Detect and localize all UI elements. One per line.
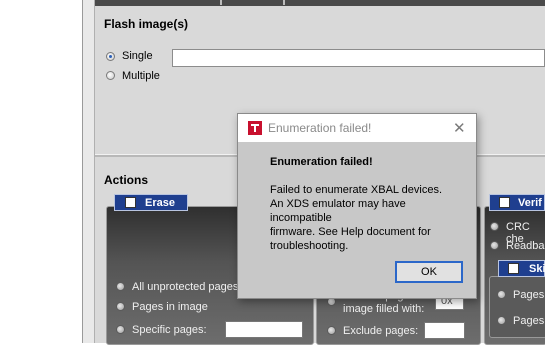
tab-separator (220, 0, 222, 5)
enumeration-failed-dialog: Enumeration failed! ✕ Enumeration failed… (237, 113, 477, 299)
readback-radio[interactable] (490, 241, 499, 250)
skip-pages-label-2: Pages (513, 315, 545, 327)
tab-separator (283, 0, 285, 5)
exclude-pages-radio[interactable] (327, 326, 336, 335)
crc-check-radio[interactable] (490, 222, 499, 231)
verify-button[interactable]: Verif (489, 194, 545, 211)
erase-specific-pages-label: Specific pages: (132, 324, 207, 336)
erase-all-unprotected-label: All unprotected pages (132, 281, 239, 293)
erase-all-unprotected-radio[interactable] (116, 282, 125, 291)
skip-button-label: Ski (529, 263, 545, 275)
splitter-handle[interactable] (83, 0, 95, 343)
erase-checkbox[interactable] (125, 197, 136, 208)
erase-pages-in-image-radio[interactable] (116, 302, 125, 311)
multiple-radio[interactable] (106, 71, 115, 80)
dialog-message: Failed to enumerate XBAL devices. An XDS… (270, 184, 443, 252)
skip-button[interactable]: Ski (498, 260, 545, 277)
skip-pages-radio-2[interactable] (497, 316, 506, 325)
single-label: Single (122, 50, 153, 62)
verify-checkbox[interactable] (499, 197, 510, 208)
exclude-pages-label: Exclude pages: (343, 325, 419, 337)
skip-checkbox[interactable] (508, 263, 519, 274)
readback-label: Readbac (506, 240, 545, 252)
ok-button[interactable]: OK (395, 261, 463, 283)
specific-pages-input[interactable] (225, 321, 303, 338)
erase-button-label: Erase (145, 197, 175, 209)
left-panel (0, 0, 83, 343)
single-image-path-input[interactable] (172, 49, 545, 67)
multiple-label: Multiple (122, 70, 160, 82)
exclude-pages-input[interactable] (424, 322, 465, 339)
close-icon[interactable]: ✕ (453, 119, 466, 137)
single-radio[interactable] (106, 52, 115, 61)
flash-section-title: Flash image(s) (104, 17, 189, 31)
exclude-filled-label-line2: image filled with: (343, 303, 425, 315)
verify-button-label: Verif (518, 197, 542, 209)
skip-subgroup (489, 276, 545, 338)
skip-pages-label-1: Pages (513, 289, 545, 301)
dialog-heading: Enumeration failed! (270, 156, 373, 168)
actions-section-title: Actions (104, 173, 149, 187)
dialog-title: Enumeration failed! (268, 121, 372, 135)
skip-pages-radio-1[interactable] (497, 290, 506, 299)
erase-pages-in-image-label: Pages in image (132, 301, 208, 313)
erase-specific-pages-radio[interactable] (116, 325, 125, 334)
top-tab-strip (95, 0, 545, 6)
ti-logo-icon (248, 121, 262, 135)
erase-button[interactable]: Erase (114, 194, 188, 211)
